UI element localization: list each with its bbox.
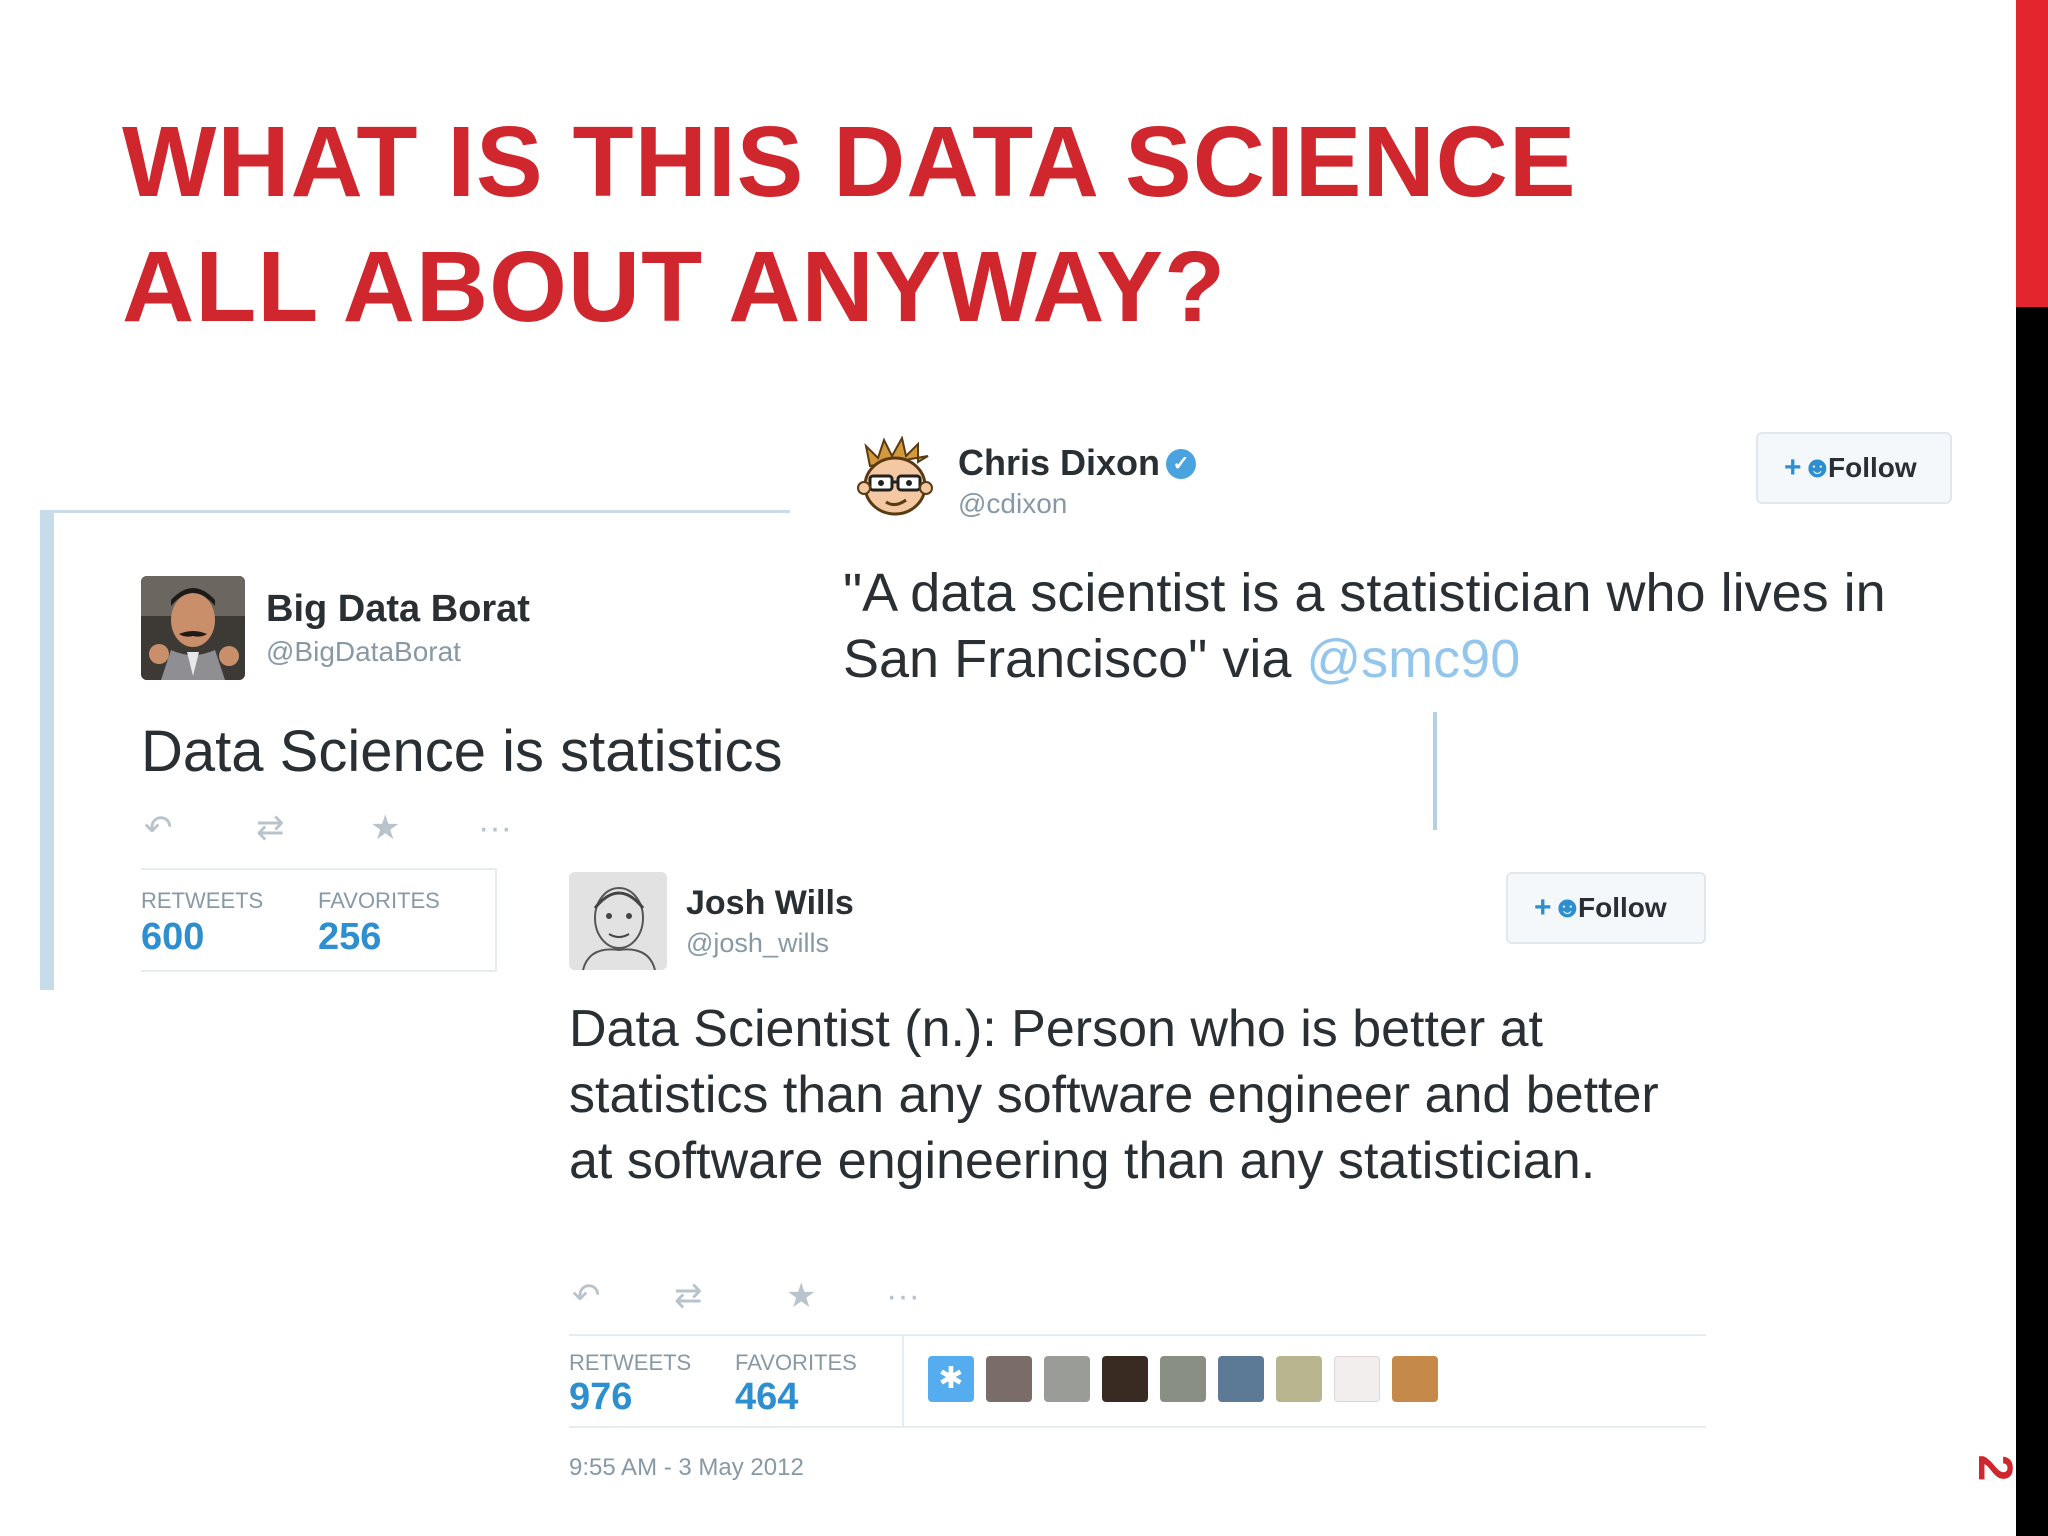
title-line-1: WHAT IS THIS DATA SCIENCE [122, 106, 1577, 218]
retweet-icon[interactable]: ⇄ [256, 808, 285, 848]
tweet-author-handle[interactable]: @cdixon [958, 488, 1067, 520]
favoriter-avatar[interactable] [1218, 1356, 1264, 1402]
retweets-count[interactable]: 976 [569, 1376, 632, 1419]
add-user-icon: +☻ [1534, 891, 1584, 924]
more-icon[interactable]: ··· [478, 808, 512, 848]
favoriter-avatar[interactable] [1334, 1356, 1380, 1402]
stats-divider-top [569, 1334, 1706, 1336]
avatar-borat[interactable] [141, 576, 245, 680]
stats-divider-bottom [569, 1426, 1706, 1428]
verified-badge-icon: ✓ [1166, 449, 1196, 479]
slide: WHAT IS THIS DATA SCIENCE ALL ABOUT ANYW… [0, 0, 2048, 1536]
reply-icon[interactable]: ↶ [572, 1276, 601, 1316]
retweet-icon[interactable]: ⇄ [674, 1276, 703, 1316]
favoriter-avatar[interactable] [1392, 1356, 1438, 1402]
favoriter-avatar[interactable]: ✱ [928, 1356, 974, 1402]
tweet-author-handle[interactable]: @BigDataBorat [266, 636, 461, 668]
star-icon[interactable]: ★ [370, 808, 400, 848]
tweet-actions: ↶ ⇄ ★ ··· [572, 1276, 972, 1316]
stats-divider-mid [902, 1334, 904, 1426]
tweet-author-name[interactable]: Big Data Borat [266, 588, 530, 631]
side-bar-red [2016, 0, 2048, 307]
tweet-author-name[interactable]: Josh Wills [686, 884, 854, 923]
favorites-label: FAVORITES [735, 1350, 857, 1375]
tweet-text: Data Scientist (n.): Person who is bette… [569, 1000, 1659, 1190]
favoriter-avatar[interactable] [1044, 1356, 1090, 1402]
favorites-label: FAVORITES [318, 888, 440, 913]
follow-button-label: Follow [1578, 892, 1667, 923]
star-icon[interactable]: ★ [786, 1276, 816, 1316]
favoriter-avatar[interactable] [1160, 1356, 1206, 1402]
overlap-line [1433, 712, 1437, 830]
page-number: 2 [1968, 1454, 2021, 1482]
favorited-by-row: ✱ [928, 1356, 1458, 1404]
favoriter-avatar[interactable] [986, 1356, 1032, 1402]
favoriter-avatar[interactable] [1276, 1356, 1322, 1402]
favorites-count[interactable]: 464 [735, 1376, 798, 1419]
slide-title: WHAT IS THIS DATA SCIENCE ALL ABOUT ANYW… [122, 100, 1902, 350]
avatar-josh[interactable] [569, 872, 667, 970]
retweets-count[interactable]: 600 [141, 916, 204, 959]
favoriter-avatar[interactable] [1102, 1356, 1148, 1402]
tweet-text: "A data scientist is a statistician who … [843, 560, 1973, 692]
follow-button[interactable]: +☻ Follow [1506, 872, 1706, 944]
avatar-chris[interactable] [852, 436, 938, 522]
tweet-author-handle[interactable]: @josh_wills [686, 928, 829, 959]
retweets-label: RETWEETS [569, 1350, 692, 1375]
add-user-icon: +☻ [1784, 451, 1834, 484]
stats-divider-top [141, 868, 497, 870]
stats-divider-bottom [141, 970, 497, 972]
stats-divider-right [495, 868, 497, 972]
reply-icon[interactable]: ↶ [144, 808, 173, 848]
tweet-actions: ↶ ⇄ ★ ··· [144, 808, 544, 848]
side-bar-black [2016, 307, 2048, 1536]
tweet-author-name[interactable]: Chris Dixon [958, 442, 1160, 484]
more-icon[interactable]: ··· [886, 1276, 920, 1316]
favorites-count[interactable]: 256 [318, 916, 381, 959]
follow-button-label: Follow [1828, 452, 1917, 483]
follow-button[interactable]: +☻ Follow [1756, 432, 1952, 504]
retweets-label: RETWEETS [141, 888, 264, 913]
tweet-timestamp[interactable]: 9:55 AM - 3 May 2012 [569, 1454, 804, 1482]
title-line-2: ALL ABOUT ANYWAY? [122, 231, 1227, 343]
mention-link[interactable]: @smc90 [1306, 629, 1520, 689]
